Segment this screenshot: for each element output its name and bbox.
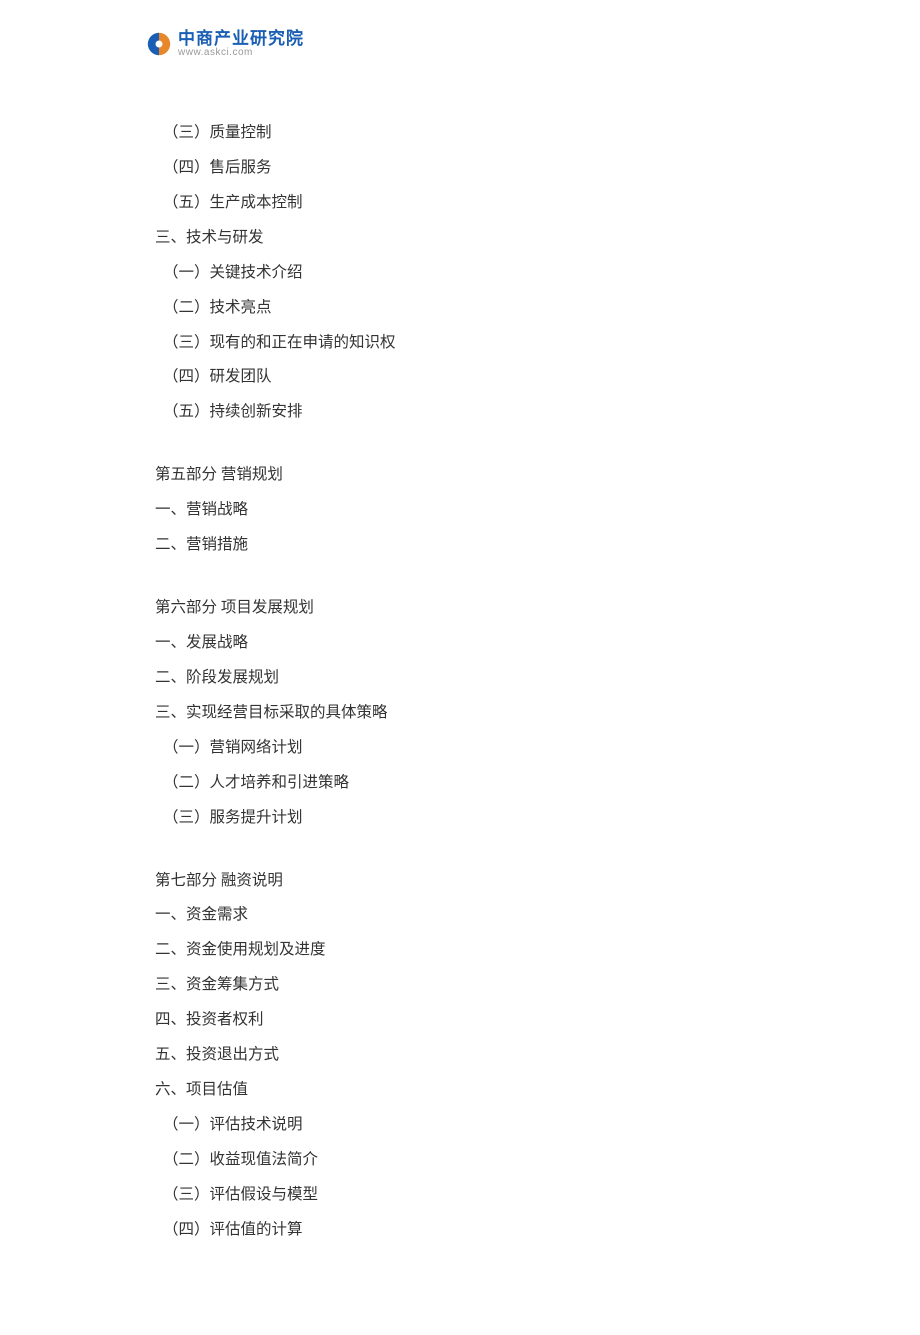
outline-line: 二、营销措施: [155, 535, 765, 556]
outline-line: （四）研发团队: [155, 367, 765, 388]
outline-line: 二、资金使用规划及进度: [155, 940, 765, 961]
outline-line: （五）生产成本控制: [155, 193, 765, 214]
logo-text-block: 中商产业研究院 www.askci.com: [178, 30, 304, 58]
logo-subtitle: www.askci.com: [178, 48, 304, 58]
outline-line: 三、资金筹集方式: [155, 975, 765, 996]
outline-line: （四）售后服务: [155, 158, 765, 179]
outline-line: 一、营销战略: [155, 500, 765, 521]
outline-line: （一）关键技术介绍: [155, 263, 765, 284]
outline-line: 二、阶段发展规划: [155, 668, 765, 689]
outline-line: （五）持续创新安排: [155, 402, 765, 423]
outline-line: （四）评估值的计算: [155, 1220, 765, 1241]
outline-line: （一）营销网络计划: [155, 738, 765, 759]
outline-line: （二）收益现值法简介: [155, 1150, 765, 1171]
outline-line: 一、资金需求: [155, 905, 765, 926]
outline-line: （二）技术亮点: [155, 298, 765, 319]
outline-line: （三）现有的和正在申请的知识权: [155, 333, 765, 354]
outline-line: 三、实现经营目标采取的具体策略: [155, 703, 765, 724]
outline-content: （三）质量控制 （四）售后服务 （五）生产成本控制三、技术与研发 （一）关键技术介绍 （…: [155, 123, 765, 1241]
outline-line: 第七部分 融资说明: [155, 871, 765, 892]
outline-line: （三）质量控制: [155, 123, 765, 144]
outline-line: 三、技术与研发: [155, 228, 765, 249]
outline-line: 第六部分 项目发展规划: [155, 598, 765, 619]
logo-icon: [145, 30, 173, 58]
outline-line: （二）人才培养和引进策略: [155, 773, 765, 794]
outline-line: 一、发展战略: [155, 633, 765, 654]
outline-line: （一）评估技术说明: [155, 1115, 765, 1136]
logo-title: 中商产业研究院: [178, 30, 304, 47]
outline-line: 六、项目估值: [155, 1080, 765, 1101]
outline-line: （三）服务提升计划: [155, 808, 765, 829]
outline-line: 四、投资者权利: [155, 1010, 765, 1031]
outline-line: 五、投资退出方式: [155, 1045, 765, 1066]
document-page: 中商产业研究院 www.askci.com （三）质量控制 （四）售后服务 （五）生…: [0, 0, 920, 1335]
logo: 中商产业研究院 www.askci.com: [145, 30, 765, 58]
outline-line: 第五部分 营销规划: [155, 465, 765, 486]
outline-line: （三）评估假设与模型: [155, 1185, 765, 1206]
